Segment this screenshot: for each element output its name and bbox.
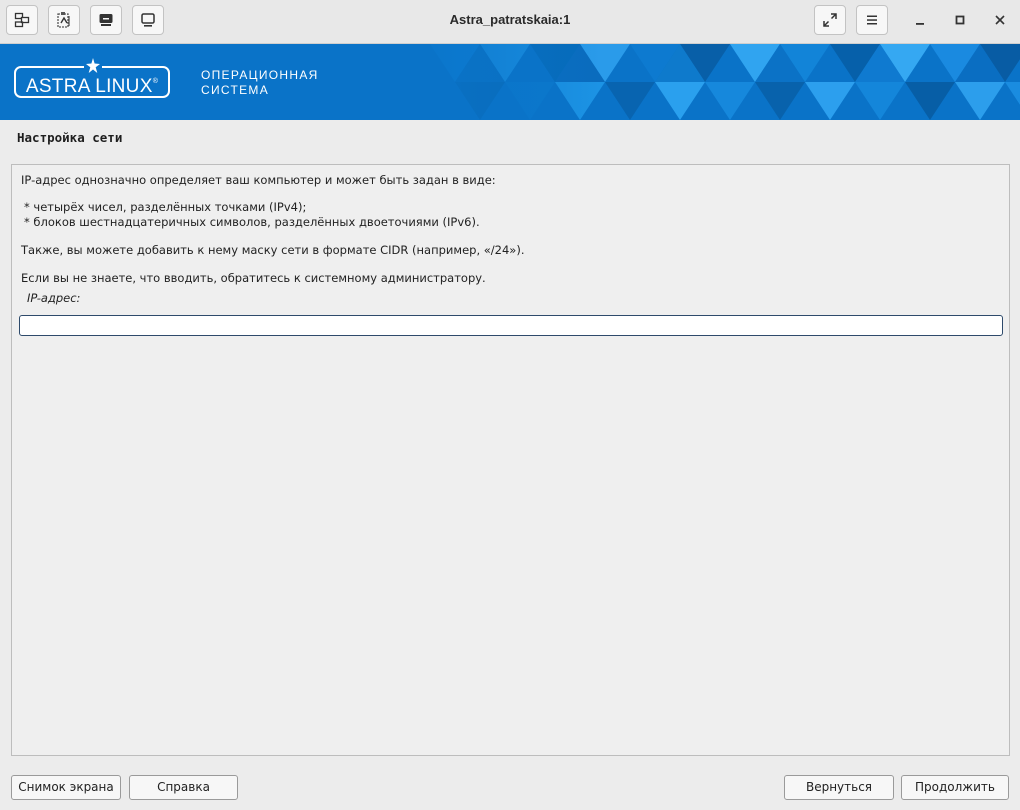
menu-button[interactable] (856, 5, 888, 35)
description-bullet-ipv6: * блоков шестнадцатеричных символов, раз… (24, 215, 480, 229)
windows-button[interactable] (6, 5, 38, 35)
continue-button[interactable]: Продолжить (901, 775, 1009, 800)
keyboard-icon (99, 14, 113, 26)
menu-icon (867, 15, 877, 25)
windows-icon (14, 12, 30, 28)
description-admin: Если вы не знаете, что вводить, обратите… (21, 271, 486, 285)
description-cidr: Также, вы можете добавить к нему маску с… (21, 243, 525, 257)
banner-subtitle: ОПЕРАЦИОННАЯ СИСТЕМА (201, 68, 319, 98)
clipboard-button[interactable] (48, 5, 80, 35)
banner-subtitle-line1: ОПЕРАЦИОННАЯ (201, 68, 319, 82)
fullscreen-icon (823, 13, 837, 27)
description-bullet-ipv4: * четырёх чисел, разделённых точками (IP… (24, 200, 307, 214)
banner-subtitle-line2: СИСТЕМА (201, 83, 269, 97)
page-title: Настройка сети (17, 130, 123, 145)
clipboard-icon (57, 12, 70, 28)
monitor-button[interactable] (132, 5, 164, 35)
maximize-button[interactable] (947, 8, 973, 32)
minimize-icon (916, 23, 924, 25)
astra-banner: ASTRA LINUX® ОПЕРАЦИОННАЯ СИСТЕМА (0, 44, 1020, 120)
close-button[interactable] (987, 8, 1013, 32)
monitor-icon (141, 13, 155, 27)
keyboard-button[interactable] (90, 5, 122, 35)
screenshot-button[interactable]: Снимок экрана (11, 775, 121, 800)
title-bar: Astra_patratskaia:1 (0, 0, 1020, 44)
minimize-button[interactable] (907, 8, 933, 32)
description-line: IP-адрес однозначно определяет ваш компь… (21, 173, 496, 187)
back-button[interactable]: Вернуться (784, 775, 894, 800)
ip-address-input[interactable] (19, 315, 1003, 336)
logo-text: ASTRA LINUX (25, 76, 153, 97)
close-icon (995, 15, 1005, 25)
star-icon (84, 58, 102, 73)
installer-window: Astra_patratskaia:1 ASTRA LINUX® ОПЕРАЦИ… (0, 0, 1020, 810)
ip-address-label: IP-адрес: (27, 291, 81, 305)
help-button[interactable]: Справка (129, 775, 238, 800)
logo-registered: ® (152, 78, 159, 85)
content-panel: IP-адрес однозначно определяет ваш компь… (11, 164, 1010, 756)
maximize-icon (955, 15, 965, 25)
fullscreen-button[interactable] (814, 5, 846, 35)
